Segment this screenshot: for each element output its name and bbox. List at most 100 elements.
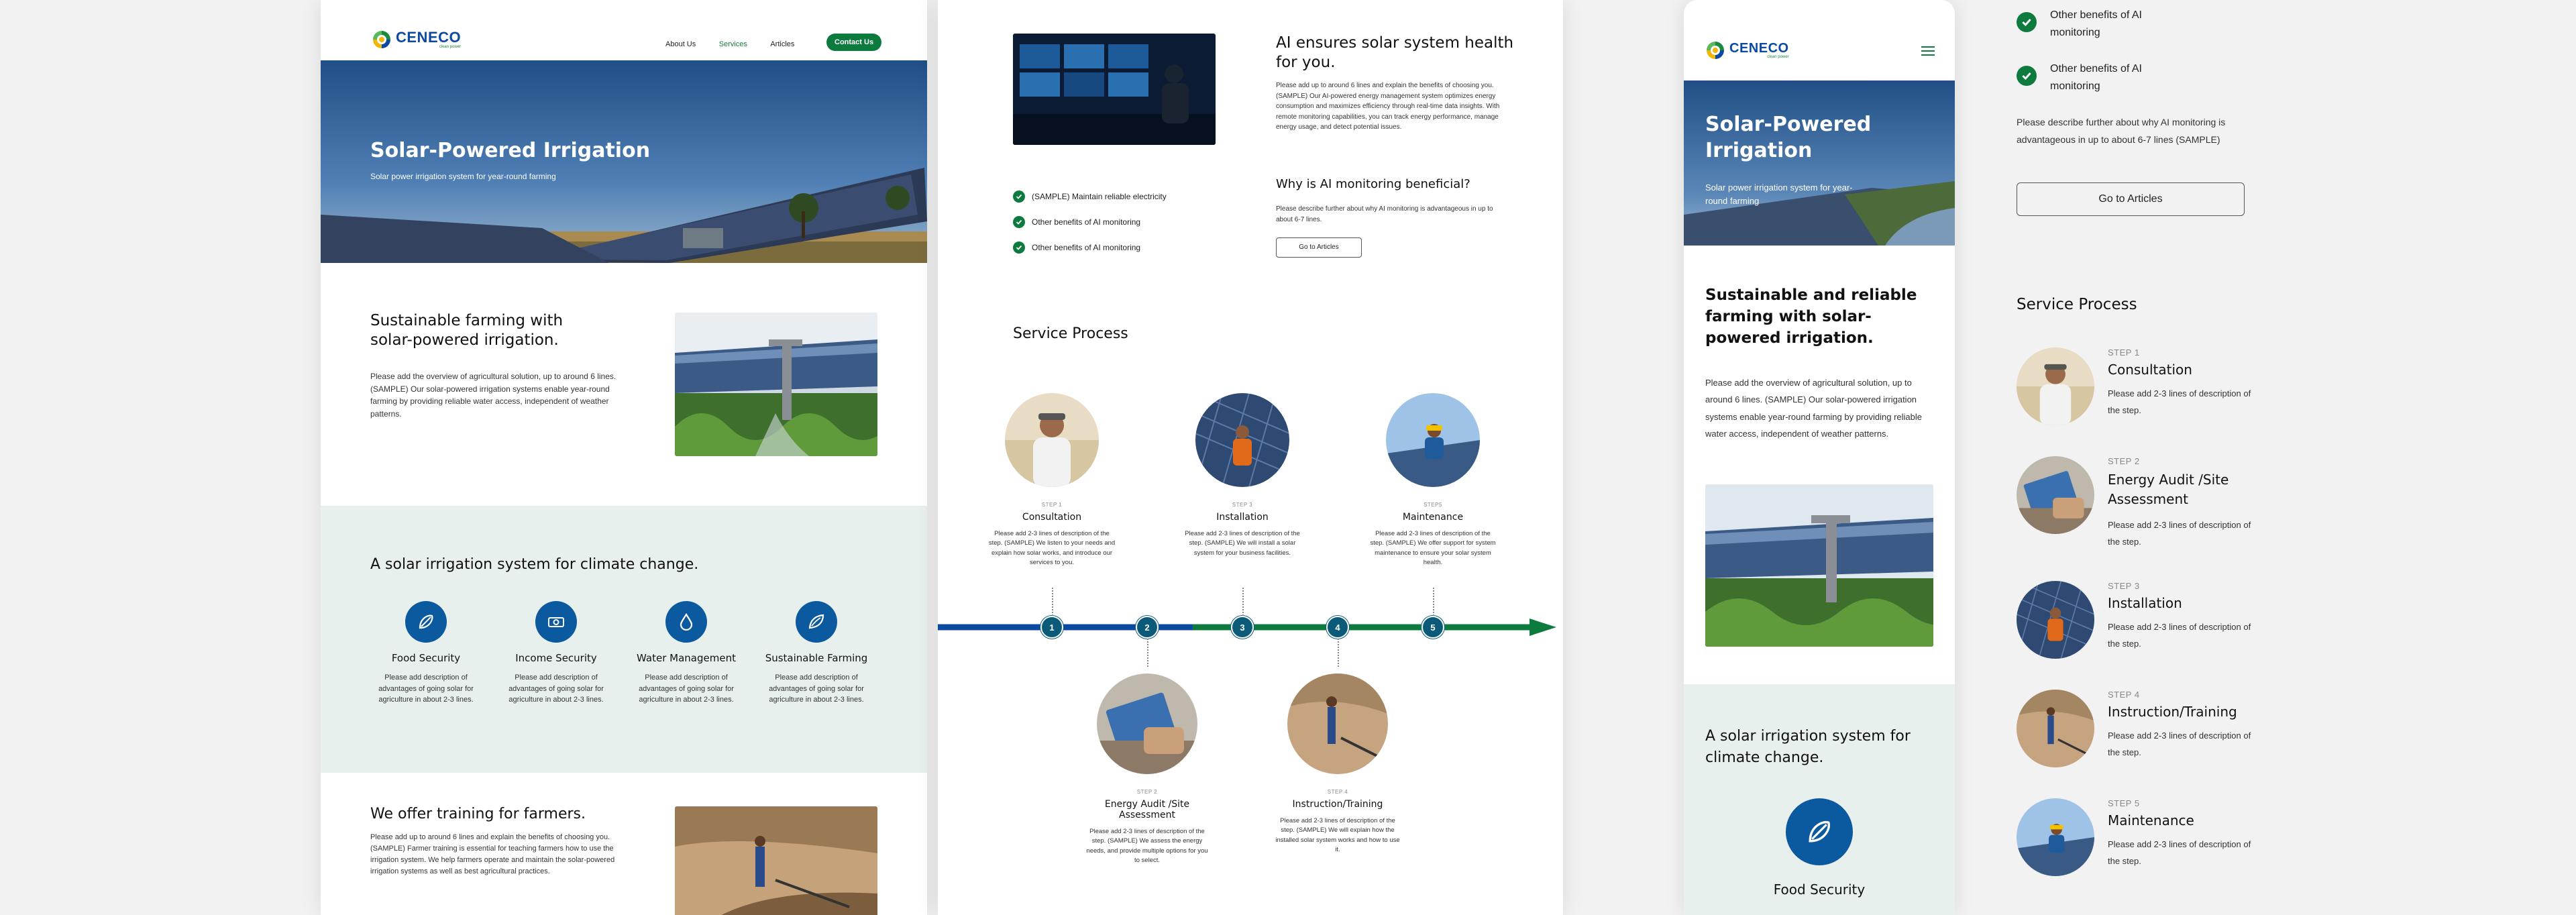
step-desc: Please add 2-3 lines of description of t… [1185, 530, 1300, 557]
benefit-desc: Please add description of advantages of … [769, 674, 864, 704]
step-title: Consultation [2108, 362, 2192, 378]
step-desc: Please add 2-3 lines of description of t… [2108, 839, 2251, 866]
step-photo [1005, 393, 1099, 487]
step-photo [2017, 798, 2094, 876]
step-desc: Please add 2-3 lines of description of t… [2108, 520, 2251, 547]
step-desc: Please add 2-3 lines of description of t… [1275, 817, 1400, 853]
ai-checklist: (SAMPLE) Maintain reliable electricity O… [1013, 184, 1167, 260]
intro-body: Please add the overview of agricultural … [370, 372, 616, 419]
step-desc: Please add 2-3 lines of description of t… [1086, 828, 1208, 864]
ceneco-logo-icon [373, 31, 390, 48]
mobile-step-3: STEP 3 Installation Please add 2-3 lines… [2017, 581, 2255, 659]
sprinkler-field-image [1705, 484, 1933, 647]
check-icon [1013, 216, 1025, 228]
training-photo [675, 806, 877, 915]
seed-icon [405, 601, 447, 643]
ceneco-logo-icon [1707, 42, 1724, 59]
mobile-go-to-articles-button[interactable]: Go to Articles [2017, 182, 2245, 216]
timeline-node: 3 [1231, 616, 1254, 639]
step-label: STEP 3 [1232, 502, 1253, 508]
benefit-desc: Please add description of advantages of … [508, 674, 604, 704]
step-photo [1386, 393, 1480, 487]
mobile-intro-title: Sustainable and reliable farming with so… [1705, 286, 1917, 347]
benefit-desc: Please add description of advantages of … [378, 674, 474, 704]
ai-title: AI ensures solar system health for you. [1276, 34, 1514, 71]
step-label: STEP 1 [2108, 347, 2140, 358]
mobile-service-process-title: Service Process [2017, 296, 2137, 313]
process-step-3: STEP 3 Installation Please add 2-3 lines… [1179, 393, 1306, 558]
energy-audit-image [2017, 456, 2094, 534]
step-label: STEP 1 [1041, 502, 1063, 508]
step-label: STEP 3 [2108, 581, 2140, 591]
checklist-item: Other benefits of AI monitoring [1013, 235, 1167, 260]
why-ai-body: Please describe further about why AI mon… [1276, 205, 1493, 223]
consultation-image [1005, 393, 1099, 487]
leaf-icon [796, 601, 837, 643]
step-desc: Please add 2-3 lines of description of t… [2108, 731, 2251, 757]
contact-us-button[interactable]: Contact Us [826, 34, 882, 51]
step-label: STEP 2 [2108, 456, 2140, 466]
step-label: STEP 4 [2108, 690, 2140, 700]
why-ai-title: Why is AI monitoring beneficial? [1276, 177, 1470, 191]
training-title: We offer training for farmers. [370, 806, 586, 822]
brand-logo[interactable]: CENECO clean power [372, 30, 461, 50]
mobile-intro-photo [1705, 484, 1933, 647]
training-step-image [2017, 690, 2094, 767]
intro-photo [675, 313, 877, 456]
ai-body: Please add up to around 6 lines and expl… [1276, 82, 1500, 131]
step-title: Maintenance [2108, 812, 2194, 828]
mobile-hero-subtitle: Solar power irrigation system for year-r… [1705, 182, 1853, 207]
mobile-step-2: STEP 2 Energy Audit /Site Assessment Ple… [2017, 456, 2255, 550]
nav-about[interactable]: About Us [665, 40, 696, 48]
nav-articles[interactable]: Articles [770, 40, 794, 48]
check-icon [2017, 66, 2037, 86]
energy-audit-image [1097, 674, 1197, 774]
step-label: STEP 2 [1136, 789, 1158, 795]
hamburger-menu-icon[interactable] [1921, 46, 1935, 56]
benefit-title: Income Security [515, 652, 597, 664]
step-photo [2017, 581, 2094, 659]
step-title: Consultation [1022, 512, 1082, 523]
nav-services[interactable]: Services [719, 40, 747, 48]
checklist-item: (SAMPLE) Maintain reliable electricity [1013, 184, 1167, 209]
checklist-item: Other benefits of AI monitoring [2017, 7, 2178, 60]
training-body: Please add up to around 6 lines and expl… [370, 833, 615, 876]
mobile-brand-logo[interactable]: CENECO clean power [1705, 40, 1789, 60]
go-to-articles-button[interactable]: Go to Articles [1276, 237, 1362, 258]
checklist-text: (SAMPLE) Maintain reliable electricity [1032, 192, 1167, 201]
benefit-title: Food Security [391, 652, 461, 664]
mobile-step-4: STEP 4 Instruction/Training Please add 2… [2017, 690, 2255, 767]
mobile-intro-body: Please add the overview of agricultural … [1705, 378, 1922, 439]
step-photo [1195, 393, 1289, 487]
mobile-step-5: STEP 5 Maintenance Please add 2-3 lines … [2017, 798, 2255, 876]
timeline-connector [1338, 639, 1339, 667]
step-label: STEP5 [1424, 502, 1442, 508]
mobile-step-1: STEP 1 Consultation Please add 2-3 lines… [2017, 347, 2255, 425]
process-step-5: STEP5 Maintenance Please add 2-3 lines o… [1369, 393, 1497, 568]
step-title: Energy Audit /Site Assessment [2108, 472, 2229, 507]
step-title: Maintenance [1402, 512, 1464, 523]
training-step-image [1287, 674, 1388, 774]
step-title: Installation [1216, 512, 1269, 523]
benefit-title: Sustainable Farming [765, 652, 868, 664]
mobile-hero-title: Solar-Powered Irrigation [1705, 113, 1872, 162]
step-label: STEP 4 [1327, 789, 1348, 795]
maintenance-image [1386, 393, 1480, 487]
farmer-training-image [675, 806, 877, 915]
step-desc: Please add 2-3 lines of description of t… [2108, 622, 2251, 649]
main-nav: About Us Services Articles [645, 38, 794, 50]
desktop-page-middle: AI ensures solar system health for you. … [938, 0, 1563, 915]
benefit-desc: Please add description of advantages of … [639, 674, 734, 704]
sprinkler-field-image [675, 313, 877, 456]
installation-image [1195, 393, 1289, 487]
timeline-connector [1147, 639, 1148, 667]
step-photo [1287, 674, 1388, 774]
service-process-title: Service Process [1013, 325, 1128, 342]
consultation-image [2017, 347, 2094, 425]
step-photo [1097, 674, 1197, 774]
timeline-connector [1433, 588, 1434, 616]
mobile-why-ai-body: Please describe further about why AI mon… [2017, 117, 2226, 145]
control-room-image [1013, 34, 1216, 145]
ai-monitoring-photo [1013, 34, 1216, 145]
benefit-card-sustainable-farming: Sustainable Farming Please add descripti… [759, 601, 873, 706]
